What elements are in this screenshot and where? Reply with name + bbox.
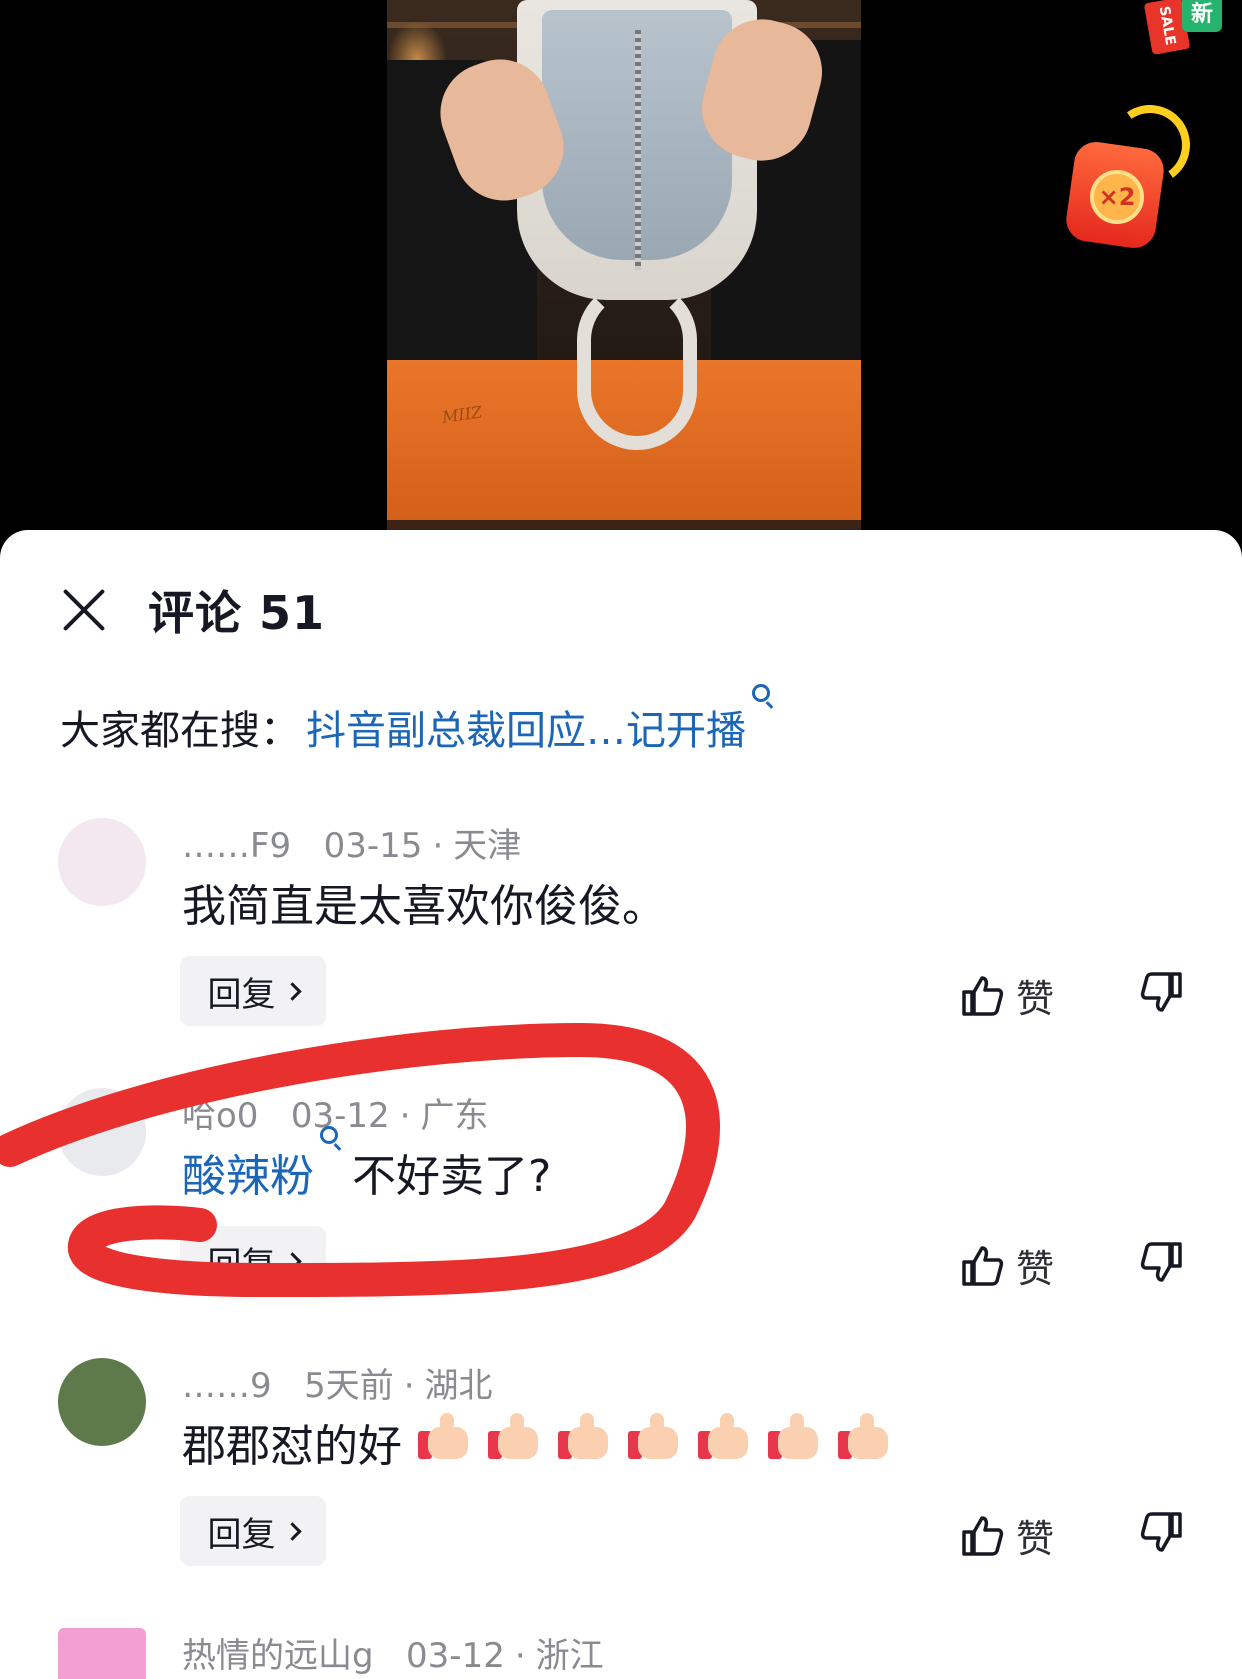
thumbs-up-emoji-icon <box>418 1412 472 1461</box>
thumbs-up-icon <box>962 975 1004 1016</box>
comment-date: 03-15 <box>323 826 423 866</box>
comment-username[interactable]: ……F9 <box>182 826 291 866</box>
comment-meta: ……9 5天前 · 湖北 <box>182 1358 493 1407</box>
avatar[interactable] <box>58 1088 146 1176</box>
comment-text-body: 不好卖了? <box>352 1151 552 1202</box>
thumbs-up-emoji-icon <box>488 1412 542 1461</box>
separator-dot: · <box>432 826 444 866</box>
avatar[interactable] <box>58 1628 146 1679</box>
thumbs-down-icon <box>1140 972 1182 1012</box>
search-icon <box>752 684 770 702</box>
thumbs-up-icon <box>962 1515 1004 1556</box>
red-packet-widget[interactable]: ×2 <box>1063 98 1197 251</box>
thumbs-down-icon <box>1140 1242 1182 1282</box>
hot-search-link[interactable]: 抖音副总裁回应…记开播 <box>306 684 770 756</box>
comment-date: 03-12 <box>290 1096 390 1136</box>
comment-username[interactable]: 热情的远山g <box>182 1636 374 1676</box>
reply-button[interactable]: 回复 <box>180 1226 326 1296</box>
comment-username[interactable]: 哈o0 <box>182 1096 258 1136</box>
search-icon <box>320 1126 338 1144</box>
keyword-text: 酸辣粉 <box>182 1151 314 1202</box>
comment-text: 郡郡怼的好 <box>182 1410 892 1474</box>
comment-text-body: 我简直是太喜欢你俊俊。 <box>182 881 666 932</box>
dislike-button[interactable] <box>1140 1240 1184 1288</box>
comment-text-body: 郡郡怼的好 <box>182 1421 402 1472</box>
reply-label: 回复 <box>207 1244 276 1285</box>
like-button[interactable]: 赞 <box>960 968 1054 1023</box>
box-edge <box>387 520 861 530</box>
handbag-zipper <box>635 30 641 270</box>
sheet-title: 评论 51 <box>148 586 326 640</box>
comment-location: 天津 <box>453 826 522 866</box>
hot-search-prefix: 大家都在搜： <box>60 708 300 754</box>
comment-sheet: 评论 51 大家都在搜： 抖音副总裁回应…记开播 ……F9 03-15 · 天津 我… <box>0 530 1242 1679</box>
reply-button[interactable]: 回复 <box>180 956 326 1026</box>
thumbs-up-emoji-icon <box>768 1412 822 1461</box>
reply-label: 回复 <box>207 1514 276 1555</box>
keyword-link[interactable]: 酸辣粉 <box>182 1126 338 1204</box>
thumbs-up-emoji-icon <box>558 1412 612 1461</box>
dislike-button[interactable] <box>1140 970 1184 1018</box>
avatar[interactable] <box>58 1358 146 1446</box>
multiplier-badge: ×2 <box>1090 170 1144 224</box>
new-tag: 新 <box>1182 0 1222 32</box>
comment-username[interactable]: ……9 <box>182 1366 272 1406</box>
comment-location: 湖北 <box>424 1366 493 1406</box>
separator-dot: · <box>403 1366 415 1406</box>
comment-text: 酸辣粉 不好卖了? <box>182 1126 552 1204</box>
comment-text: 我简直是太喜欢你俊俊。 <box>182 870 666 934</box>
reply-button[interactable]: 回复 <box>180 1496 326 1566</box>
like-label: 赞 <box>1016 1247 1055 1291</box>
comment-meta: ……F9 03-15 · 天津 <box>182 818 521 867</box>
video-frame[interactable]: MIIZ <box>387 0 861 530</box>
like-button[interactable]: 赞 <box>960 1238 1054 1293</box>
comment-location: 浙江 <box>535 1636 604 1676</box>
thumbs-up-icon <box>962 1245 1004 1286</box>
like-button[interactable]: 赞 <box>960 1508 1054 1563</box>
separator-dot: · <box>514 1636 526 1676</box>
close-icon[interactable] <box>58 584 110 636</box>
chevron-right-icon <box>282 981 302 1001</box>
like-label: 赞 <box>1016 1517 1055 1561</box>
chevron-right-icon <box>282 1521 302 1541</box>
thumbs-up-emoji-icon <box>838 1412 892 1461</box>
comment-location: 广东 <box>420 1096 489 1136</box>
separator-dot: · <box>399 1096 411 1136</box>
sale-badge[interactable]: SALE 新 <box>1143 0 1222 55</box>
emoji-row <box>402 1412 892 1472</box>
thumbs-up-emoji-icon <box>628 1412 682 1461</box>
hot-search-bar: 大家都在搜： 抖音副总裁回应…记开播 <box>60 684 770 756</box>
video-player[interactable]: MIIZ SALE 新 ×2 <box>0 0 1242 540</box>
dislike-button[interactable] <box>1140 1510 1184 1558</box>
comment-date: 03-12 <box>406 1636 505 1676</box>
chevron-right-icon <box>282 1251 302 1271</box>
thumbs-down-icon <box>1140 1512 1182 1552</box>
handbag-strap <box>577 280 697 450</box>
hot-search-link-text: 抖音副总裁回应…记开播 <box>306 708 746 754</box>
comment-meta: 热情的远山g 03-12 · 浙江 <box>182 1628 604 1677</box>
sheet-header: 评论 51 <box>58 580 325 640</box>
comment-date: 5天前 <box>304 1366 394 1406</box>
reply-label: 回复 <box>207 974 276 1015</box>
avatar[interactable] <box>58 818 146 906</box>
thumbs-up-emoji-icon <box>698 1412 752 1461</box>
like-label: 赞 <box>1016 977 1055 1021</box>
